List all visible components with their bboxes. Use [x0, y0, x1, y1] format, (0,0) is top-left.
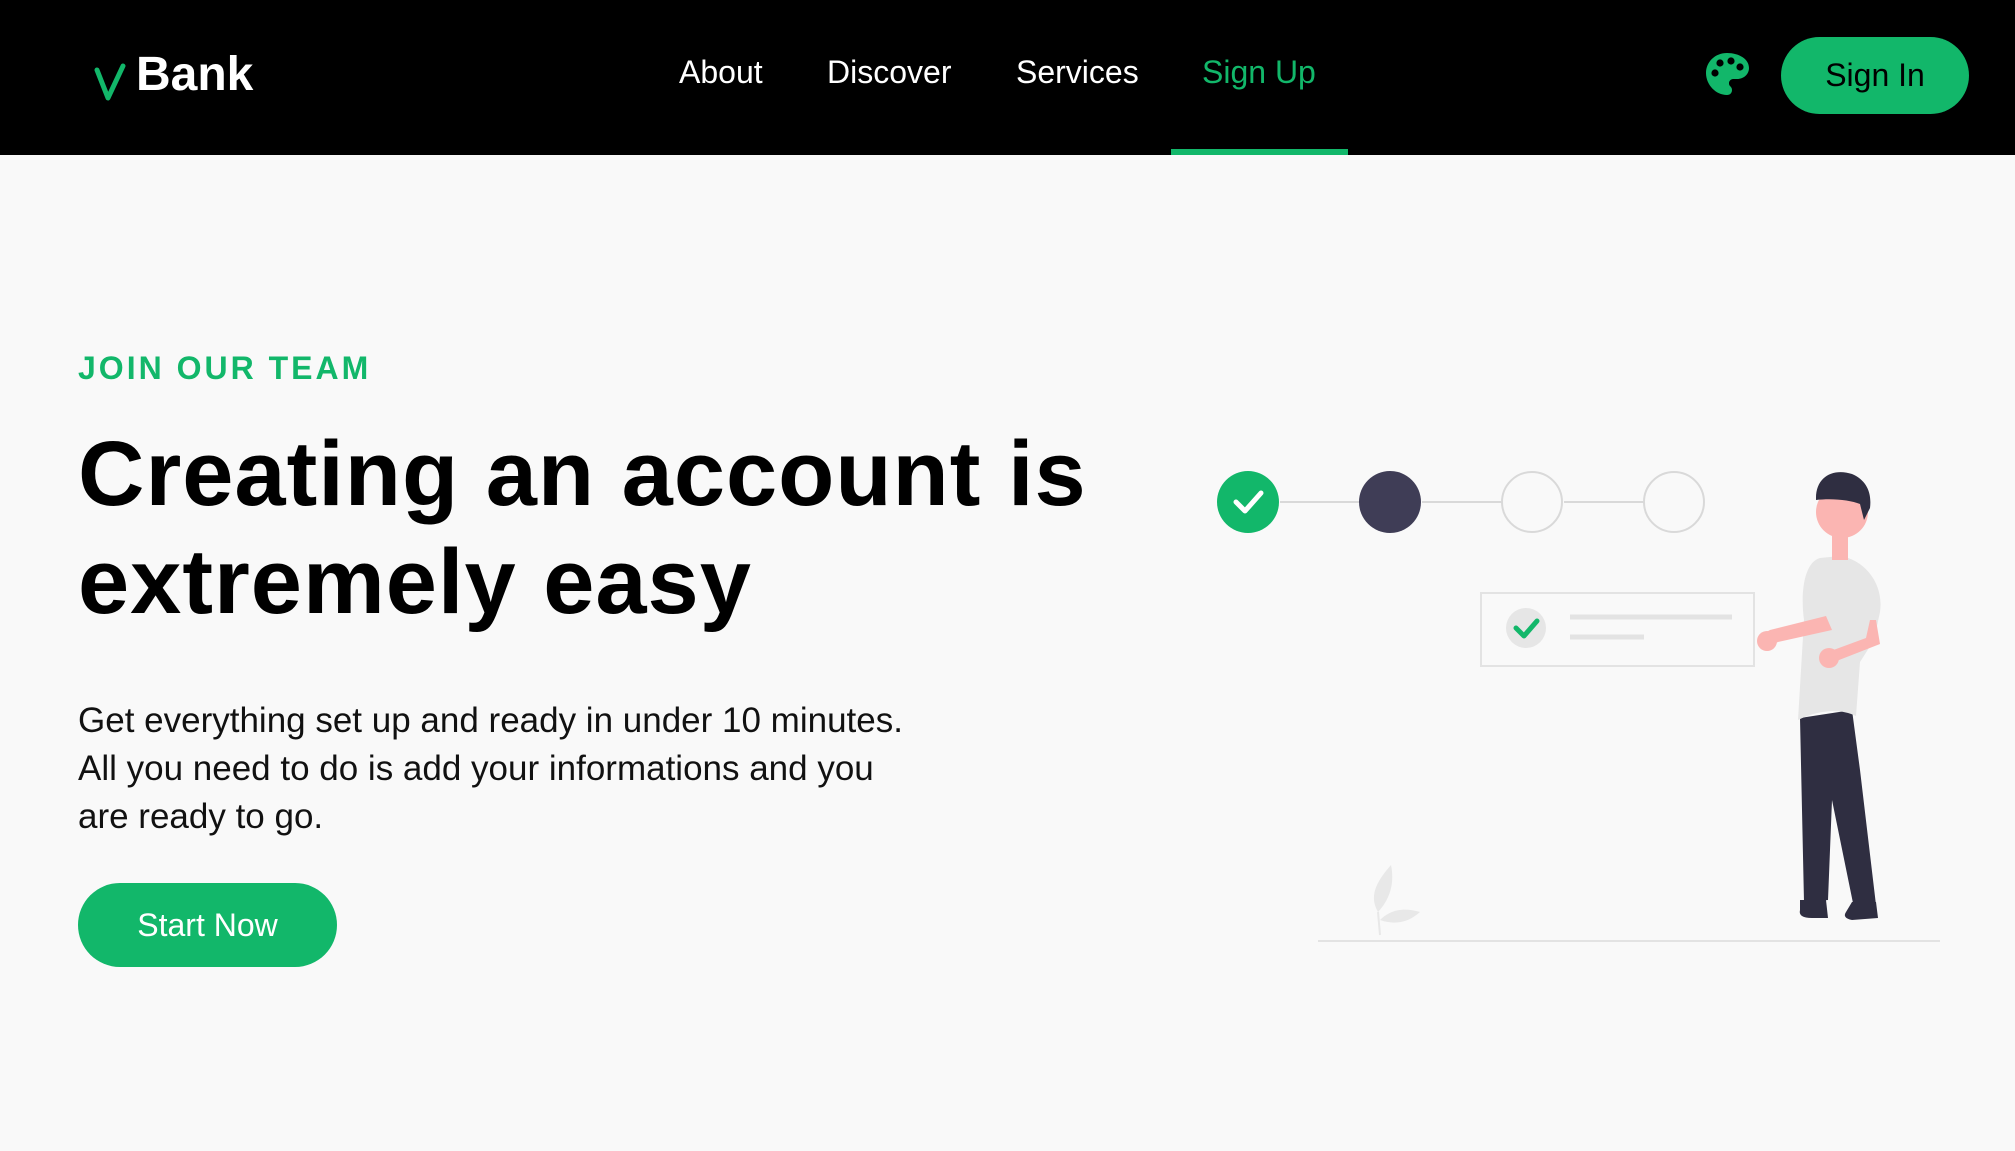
form-card: [1480, 592, 1755, 667]
person-figure: [1757, 472, 1881, 920]
headline-line-2: extremely easy: [78, 531, 752, 633]
step-2-current: [1359, 471, 1421, 533]
hero-description: Get everything set up and ready in under…: [78, 697, 958, 841]
step-4-upcoming: [1643, 471, 1705, 533]
hero-eyebrow: JOIN OUR TEAM: [78, 350, 372, 386]
plant-icon: [1373, 865, 1420, 936]
palette-icon[interactable]: [1703, 50, 1751, 98]
step-3-upcoming: [1501, 471, 1563, 533]
description-line-2: All you need to do is add your informati…: [78, 749, 874, 788]
sign-in-button[interactable]: Sign In: [1781, 37, 1969, 114]
signup-illustration: [1217, 471, 1940, 942]
nav-item-services[interactable]: Services: [1016, 52, 1139, 92]
active-nav-indicator: [1171, 149, 1348, 155]
nav-item-discover[interactable]: Discover: [827, 52, 951, 92]
headline-line-1: Creating an account is: [78, 423, 1087, 525]
description-line-1: Get everything set up and ready in under…: [78, 701, 903, 740]
start-now-button[interactable]: Start Now: [78, 883, 337, 967]
hero-headline: Creating an account is extremely easy: [78, 420, 1178, 636]
step-1-completed: [1217, 471, 1279, 533]
nav-item-sign-up[interactable]: Sign Up: [1202, 52, 1316, 92]
top-nav-bar: Bank About Discover Services Sign Up Sig…: [0, 0, 2015, 155]
description-line-3: are ready to go.: [78, 797, 324, 836]
nav-item-about[interactable]: About: [679, 52, 763, 92]
